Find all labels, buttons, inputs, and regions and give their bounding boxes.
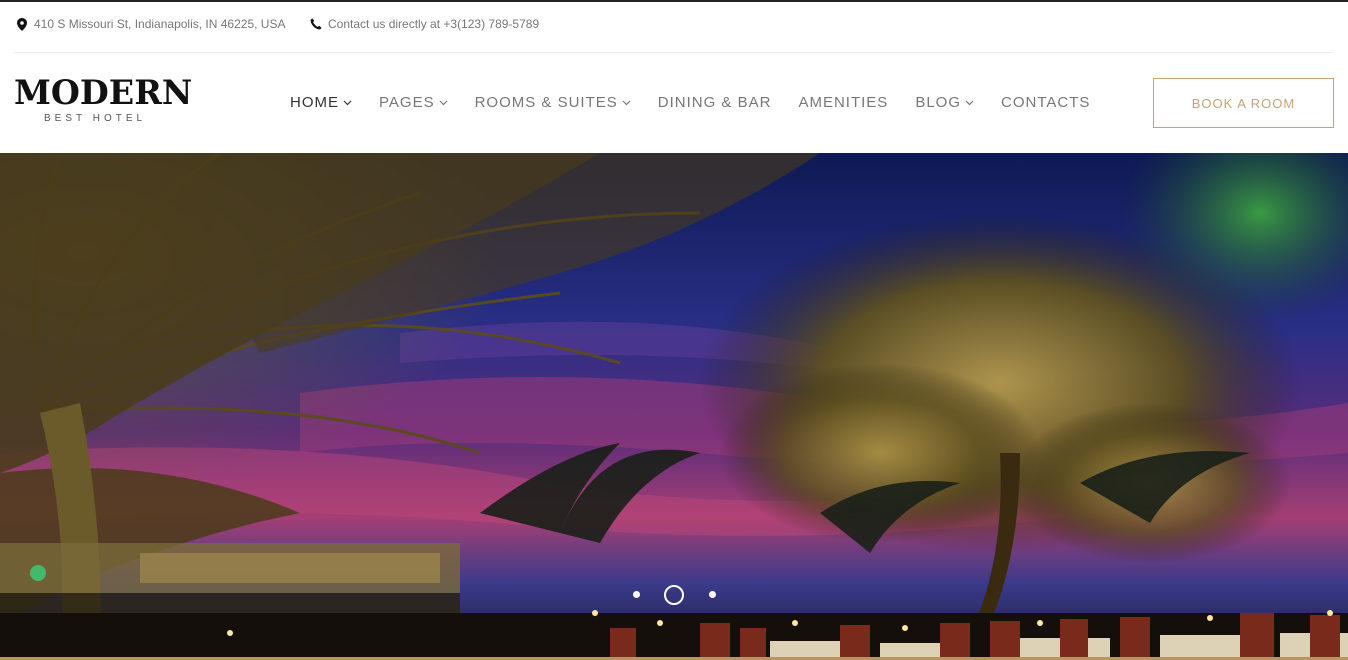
top-info-bar: 410 S Missouri St, Indianapolis, IN 4622… [0,2,1348,52]
slider-dot-3[interactable] [709,591,716,598]
nav-item-label: HOME [290,94,339,111]
chevron-down-icon [965,98,974,107]
nav-item-label: CONTACTS [1001,94,1091,111]
nav-item-pages[interactable]: PAGES [379,94,448,111]
phone-text: Contact us directly at +3(123) 789-5789 [328,17,540,31]
slider-pagination [0,583,1348,607]
nav-item-label: ROOMS & SUITES [474,94,618,111]
nav-item-blog[interactable]: BLOG [915,94,974,111]
phone-icon [310,17,322,31]
phone-info[interactable]: Contact us directly at +3(123) 789-5789 [310,17,539,31]
slider-dot-1[interactable] [633,591,640,598]
nav-item-label: BLOG [915,94,961,111]
site-logo[interactable]: MODERN BEST HOTEL [14,76,194,124]
site-header: MODERN BEST HOTEL HOME PAGES ROOMS & SUI… [0,53,1348,153]
book-a-room-button[interactable]: BOOK A ROOM [1153,78,1334,128]
nav-item-contacts[interactable]: CONTACTS [1001,94,1090,111]
main-nav: HOME PAGES ROOMS & SUITES DINING & BAR A… [290,94,1117,111]
nav-item-label: AMENITIES [798,94,889,111]
address-info: 410 S Missouri St, Indianapolis, IN 4622… [16,17,285,31]
nav-item-home[interactable]: HOME [290,94,352,111]
nav-item-dining-bar[interactable]: DINING & BAR [658,94,772,111]
map-pin-icon [16,17,28,31]
nav-item-label: DINING & BAR [657,94,772,111]
logo-main-text: MODERN [14,73,193,113]
chevron-down-icon [622,98,631,107]
logo-sub-text: BEST HOTEL [44,113,147,124]
slider-dot-2-active[interactable] [664,585,684,605]
address-text: 410 S Missouri St, Indianapolis, IN 4622… [34,17,286,31]
nav-item-rooms-suites[interactable]: ROOMS & SUITES [475,94,631,111]
nav-item-amenities[interactable]: AMENITIES [798,94,888,111]
chevron-down-icon [439,98,448,107]
chevron-down-icon [343,98,352,107]
nav-item-label: PAGES [379,94,435,111]
